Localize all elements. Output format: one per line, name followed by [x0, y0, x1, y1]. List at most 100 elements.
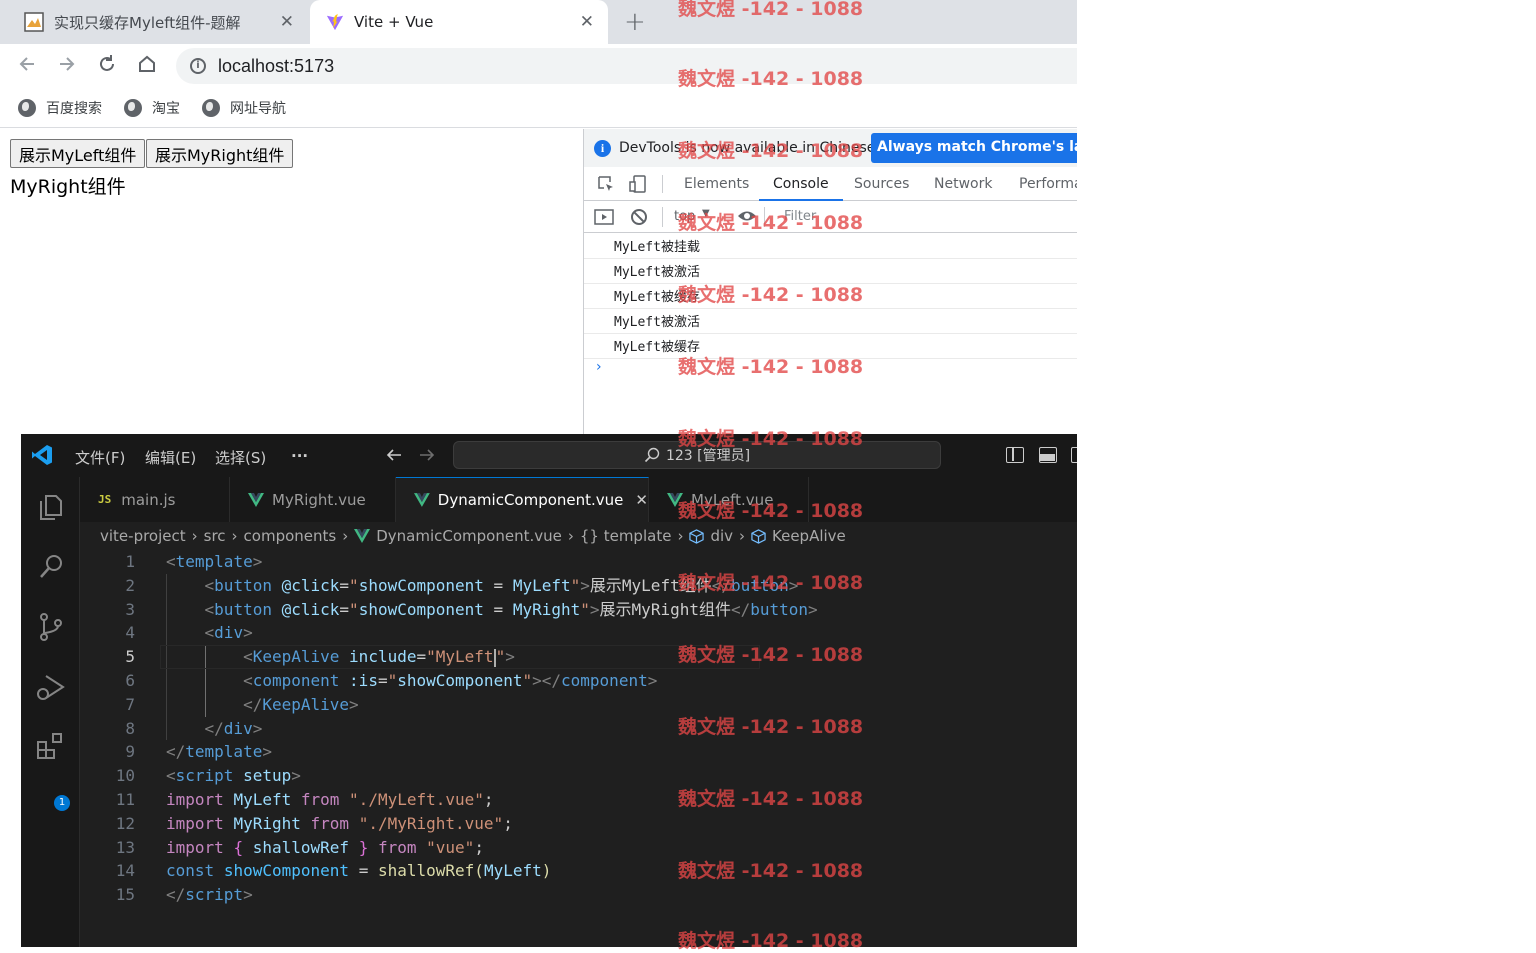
- code-line-current: 5 <KeepAlive include="MyLeft ">: [80, 645, 1077, 669]
- clear-console-icon[interactable]: [630, 208, 648, 226]
- bookmark-baidu[interactable]: 百度搜索: [18, 98, 102, 118]
- menu-selection[interactable]: 选择(S): [215, 447, 266, 468]
- console-message: MyLeft被缓存: [584, 284, 1077, 309]
- close-tab-icon[interactable]: ✕: [280, 12, 294, 32]
- info-icon: i: [594, 139, 611, 157]
- breadcrumb-item[interactable]: src: [204, 527, 226, 545]
- bookmark-label: 百度搜索: [46, 100, 102, 117]
- context-selector[interactable]: top: [674, 209, 695, 224]
- breadcrumb-item[interactable]: div: [710, 527, 733, 545]
- globe-icon: [202, 98, 220, 117]
- bookmark-label: 网址导航: [230, 100, 286, 117]
- editor-tab-bar: JS main.js MyRight.vue DynamicComponent.…: [80, 477, 1077, 522]
- toggle-sidebar-icon[interactable]: [1006, 447, 1024, 463]
- globe-icon: [18, 98, 36, 117]
- close-editor-icon[interactable]: ✕: [635, 491, 648, 509]
- nav-forward-icon[interactable]: [418, 446, 436, 464]
- device-toolbar-icon[interactable]: [628, 174, 648, 194]
- extensions-icon[interactable]: [35, 731, 67, 763]
- breadcrumb-item[interactable]: vite-project: [100, 527, 186, 545]
- globe-icon: [124, 98, 142, 117]
- nav-back-icon[interactable]: [385, 446, 403, 464]
- editor-tab-myright[interactable]: MyRight.vue: [230, 477, 396, 522]
- banner-text: DevTools is now available in Chinese!: [619, 140, 881, 156]
- console-message: MyLeft被激活: [584, 309, 1077, 334]
- devtools-tab-network[interactable]: Network: [920, 167, 1006, 201]
- menu-edit[interactable]: 编辑(E): [145, 447, 196, 468]
- console-prompt-icon[interactable]: ›: [596, 359, 602, 375]
- tab-title: Vite + Vue: [354, 13, 434, 31]
- console-message: MyLeft被缓存: [584, 334, 1077, 359]
- devtools-tab-elements[interactable]: Elements: [670, 167, 763, 201]
- forward-arrow-icon[interactable]: [56, 53, 78, 75]
- filter-input[interactable]: Filter: [784, 209, 816, 224]
- dropdown-arrow-icon[interactable]: ▼: [702, 208, 710, 219]
- run-debug-icon[interactable]: [35, 671, 67, 703]
- new-tab-button[interactable]: +: [624, 7, 646, 37]
- page-viewport: 展示MyLeft组件 展示MyRight组件 MyRight组件: [0, 129, 583, 434]
- code-line: 2 <button @click="showComponent = MyLeft…: [125, 575, 799, 595]
- breadcrumb-item[interactable]: components: [244, 527, 337, 545]
- toggle-secondary-sidebar-icon[interactable]: [1071, 447, 1077, 463]
- editor-tab-dynamiccomponent[interactable]: DynamicComponent.vue ✕: [396, 477, 649, 522]
- code-line: 7 </KeepAlive>: [125, 694, 359, 714]
- code-line: 12 import MyRight from "./MyRight.vue";: [115, 813, 513, 833]
- breadcrumb-item[interactable]: {} template: [580, 527, 672, 545]
- editor-tab-main-js[interactable]: JS main.js: [80, 477, 230, 522]
- code-line: 11 import MyLeft from "./MyLeft.vue";: [115, 789, 494, 809]
- show-myright-button[interactable]: 展示MyRight组件: [146, 139, 294, 168]
- back-arrow-icon[interactable]: [16, 53, 38, 75]
- vue-file-icon: [248, 492, 264, 507]
- editor-tab-label: main.js: [121, 490, 176, 509]
- bookmark-label: 淘宝: [152, 100, 180, 117]
- devtools-tab-sources[interactable]: Sources: [840, 167, 923, 201]
- code-line: 10 <script setup>: [115, 766, 301, 786]
- page-favicon-icon: [24, 12, 44, 32]
- explorer-icon[interactable]: [35, 491, 67, 523]
- code-editor[interactable]: 1 <template> 2 <button @click="showCompon…: [80, 550, 1077, 907]
- address-url: localhost:5173: [218, 55, 335, 76]
- devtools-tab-performance[interactable]: Performance: [1005, 167, 1077, 201]
- browser-tab-vite[interactable]: Vite + Vue ✕: [310, 0, 608, 44]
- editor-tab-myleft[interactable]: MyLeft.vue: [649, 477, 809, 522]
- search-text: 123 [管理员]: [665, 448, 751, 464]
- sidebar-toggle-icon[interactable]: [594, 208, 614, 226]
- bookmark-taobao[interactable]: 淘宝: [124, 98, 180, 118]
- always-match-language-button[interactable]: Always match Chrome's language: [871, 133, 1077, 163]
- console-message: MyLeft被挂载: [584, 234, 1077, 259]
- source-control-icon[interactable]: [35, 611, 67, 643]
- element-cube-icon: [751, 528, 766, 544]
- toggle-panel-icon[interactable]: [1039, 447, 1057, 463]
- show-myleft-button[interactable]: 展示MyLeft组件: [10, 139, 146, 168]
- breadcrumb: vite-project › src › components › DynamicCo…: [100, 527, 846, 545]
- reload-icon[interactable]: [96, 53, 118, 75]
- editor-tab-label: DynamicComponent.vue: [437, 491, 624, 509]
- home-icon[interactable]: [136, 53, 158, 75]
- console-toolbar: top ▼ Filter: [584, 201, 1077, 233]
- menu-more[interactable]: ···: [291, 447, 308, 465]
- search-sidebar-icon[interactable]: [35, 551, 67, 583]
- devtools-tab-console[interactable]: Console: [759, 167, 843, 201]
- browser-tab-solution[interactable]: 实现只缓存Myleft组件-题解 ✕: [0, 0, 308, 44]
- code-line: 14 const showComponent = shallowRef(MyLef…: [115, 861, 552, 881]
- breadcrumb-item[interactable]: DynamicComponent.vue: [376, 527, 562, 545]
- devtools-panel: i DevTools is now available in Chinese! …: [583, 129, 1077, 434]
- inspect-element-icon[interactable]: [596, 174, 616, 194]
- browser-toolbar: i localhost:5173: [0, 44, 1077, 88]
- address-bar[interactable]: i localhost:5173: [176, 48, 1077, 84]
- js-file-icon: JS: [98, 493, 112, 506]
- command-center-search[interactable]: 123 [管理员]: [453, 441, 941, 469]
- editor-tab-label: MyRight.vue: [272, 490, 366, 509]
- console-message: MyLeft被激活: [584, 259, 1077, 284]
- bookmarks-bar: 百度搜索 淘宝 网址导航: [0, 88, 1077, 128]
- close-tab-icon[interactable]: ✕: [580, 12, 594, 32]
- bookmark-nav[interactable]: 网址导航: [202, 98, 286, 118]
- site-info-icon[interactable]: i: [190, 58, 206, 74]
- extensions-badge: 1: [54, 795, 70, 811]
- breadcrumb-item[interactable]: KeepAlive: [772, 527, 846, 545]
- eye-icon[interactable]: [737, 209, 757, 223]
- console-log: MyLeft被挂载 MyLeft被激活 MyLeft被缓存 MyLeft被激活 …: [584, 234, 1077, 359]
- vite-logo-icon: [326, 13, 344, 31]
- menu-file[interactable]: 文件(F): [75, 447, 125, 468]
- vue-file-icon: [354, 529, 371, 543]
